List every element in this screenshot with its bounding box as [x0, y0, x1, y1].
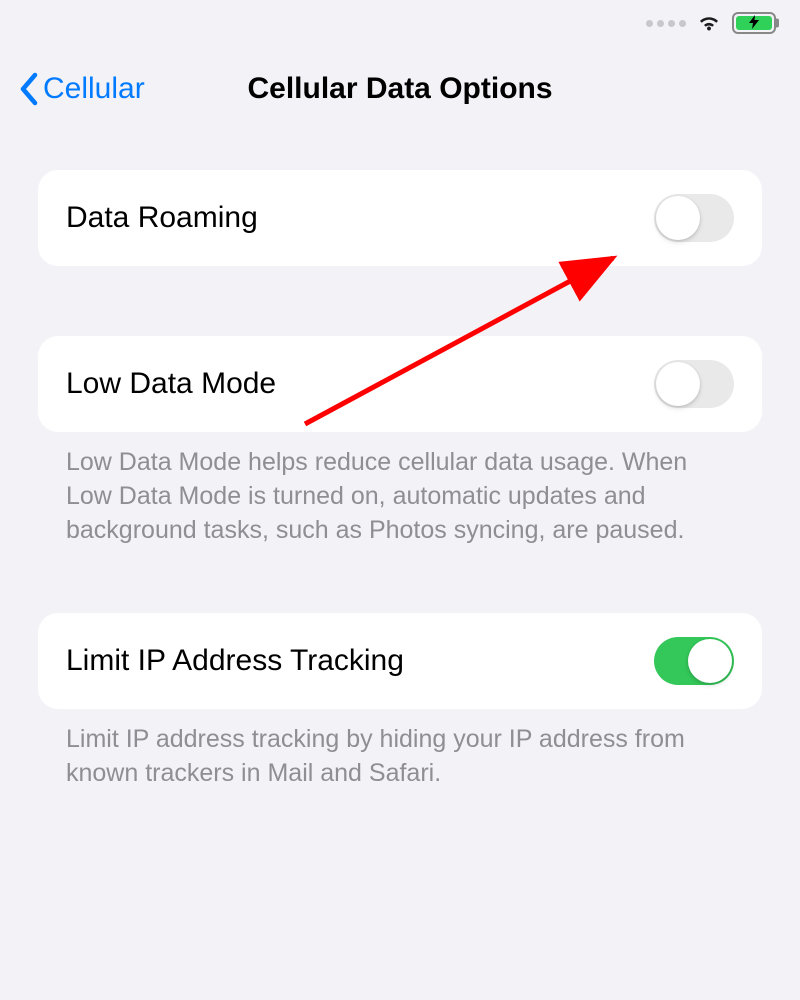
data-roaming-toggle[interactable]	[654, 194, 734, 242]
settings-content: Data Roaming Low Data Mode Low Data Mode…	[0, 128, 800, 791]
data-roaming-label: Data Roaming	[66, 201, 258, 235]
limit-ip-tracking-footer: Limit IP address tracking by hiding your…	[38, 709, 762, 791]
chevron-left-icon	[18, 72, 39, 106]
low-data-mode-label: Low Data Mode	[66, 367, 276, 401]
back-label: Cellular	[43, 72, 145, 106]
low-data-mode-footer: Low Data Mode helps reduce cellular data…	[38, 432, 762, 547]
cellular-signal-icon	[646, 20, 686, 27]
charging-bolt-icon	[749, 15, 759, 31]
battery-icon	[732, 12, 776, 34]
low-data-mode-row: Low Data Mode	[38, 336, 762, 432]
low-data-mode-toggle[interactable]	[654, 360, 734, 408]
nav-header: Cellular Cellular Data Options	[0, 42, 800, 128]
data-roaming-row: Data Roaming	[38, 170, 762, 266]
status-bar	[0, 0, 800, 42]
back-button[interactable]: Cellular	[18, 72, 145, 106]
wifi-icon	[696, 13, 722, 33]
limit-ip-tracking-row: Limit IP Address Tracking	[38, 613, 762, 709]
limit-ip-tracking-toggle[interactable]	[654, 637, 734, 685]
limit-ip-tracking-label: Limit IP Address Tracking	[66, 644, 404, 678]
